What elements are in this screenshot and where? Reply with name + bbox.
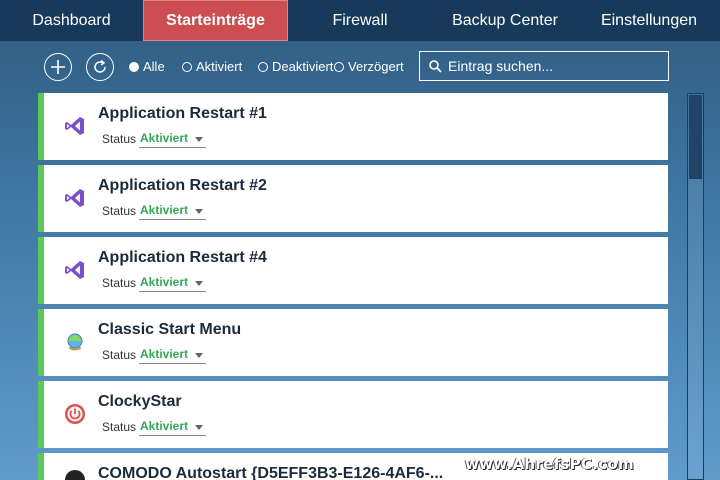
- visual-studio-icon: [65, 261, 84, 279]
- filter-label: Aktiviert: [196, 59, 243, 74]
- status-label: Status: [102, 420, 137, 434]
- status-value: Aktiviert: [140, 203, 189, 217]
- entry-title: Application Restart #4: [98, 249, 267, 266]
- status-dropdown[interactable]: Aktiviert: [139, 418, 206, 436]
- scrollbar[interactable]: [687, 93, 704, 480]
- list-item[interactable]: ClockyStar Status Aktiviert: [38, 381, 668, 448]
- list-item[interactable]: Application Restart #2 Status Aktiviert: [38, 165, 668, 232]
- refresh-button[interactable]: [86, 53, 114, 81]
- main-tabbar: Dashboard Starteinträge Firewall Backup …: [0, 0, 720, 41]
- list-item[interactable]: Application Restart #4 Status Aktiviert: [38, 237, 668, 304]
- entry-title: Classic Start Menu: [98, 321, 242, 338]
- filter-label: Verzögert: [348, 59, 404, 74]
- filter-verzoegert[interactable]: Verzögert: [334, 59, 404, 74]
- status-label: Status: [102, 276, 137, 290]
- tab-dashboard[interactable]: Dashboard: [0, 0, 143, 41]
- status-label: Status: [102, 204, 137, 218]
- scrollbar-thumb[interactable]: [689, 95, 702, 179]
- search-input[interactable]: [448, 58, 658, 74]
- tab-firewall[interactable]: Firewall: [288, 0, 432, 41]
- entry-title: COMODO Autostart {D5EFF3B3-E126-4AF6-...: [98, 465, 444, 480]
- status-label: Status: [102, 132, 137, 146]
- chevron-down-icon: [195, 137, 203, 142]
- radio-icon: [334, 61, 344, 72]
- list-item[interactable]: Application Restart #1 Status Aktiviert: [38, 93, 668, 160]
- status-dropdown[interactable]: Aktiviert: [139, 274, 206, 292]
- visual-studio-icon: [65, 189, 84, 207]
- status-value: Aktiviert: [140, 131, 189, 145]
- tab-einstellungen[interactable]: Einstellungen: [578, 0, 720, 41]
- refresh-icon: [94, 59, 106, 73]
- tab-starteintraege[interactable]: Starteinträge: [143, 0, 288, 41]
- status-value: Aktiviert: [140, 347, 189, 361]
- watermark: www.AhrefsPC.com: [465, 455, 634, 473]
- comodo-icon: [65, 470, 85, 480]
- radio-icon: [182, 61, 192, 72]
- tab-backup-center[interactable]: Backup Center: [432, 0, 578, 41]
- search-box[interactable]: [419, 51, 669, 81]
- search-icon: [429, 59, 442, 73]
- filter-label: Alle: [143, 59, 165, 74]
- filter-aktiviert[interactable]: Aktiviert: [182, 59, 242, 74]
- status-dropdown[interactable]: Aktiviert: [139, 130, 206, 148]
- list-item[interactable]: Classic Start Menu Status Aktiviert: [38, 309, 668, 376]
- power-icon: [65, 404, 85, 424]
- chevron-down-icon: [195, 425, 203, 430]
- plus-icon: [51, 60, 65, 74]
- visual-studio-icon: [65, 117, 84, 135]
- entry-title: ClockyStar: [98, 393, 182, 410]
- radio-icon: [258, 61, 268, 72]
- entry-title: Application Restart #1: [98, 105, 267, 122]
- chevron-down-icon: [195, 281, 203, 286]
- filter-label: Deaktiviert: [272, 59, 334, 74]
- shell-icon: [67, 333, 83, 351]
- status-value: Aktiviert: [140, 419, 189, 433]
- status-dropdown[interactable]: Aktiviert: [139, 346, 206, 364]
- chevron-down-icon: [195, 353, 203, 358]
- filter-deaktiviert[interactable]: Deaktiviert: [258, 59, 333, 74]
- entry-title: Application Restart #2: [98, 177, 267, 194]
- status-label: Status: [102, 348, 137, 362]
- radio-checked-icon: [129, 61, 139, 72]
- add-entry-button[interactable]: [44, 53, 72, 81]
- chevron-down-icon: [195, 209, 203, 214]
- status-dropdown[interactable]: Aktiviert: [139, 202, 206, 220]
- filter-alle[interactable]: Alle: [129, 59, 165, 74]
- status-value: Aktiviert: [140, 275, 189, 289]
- toolbar: Alle Aktiviert Deaktiviert Verzögert: [0, 41, 720, 93]
